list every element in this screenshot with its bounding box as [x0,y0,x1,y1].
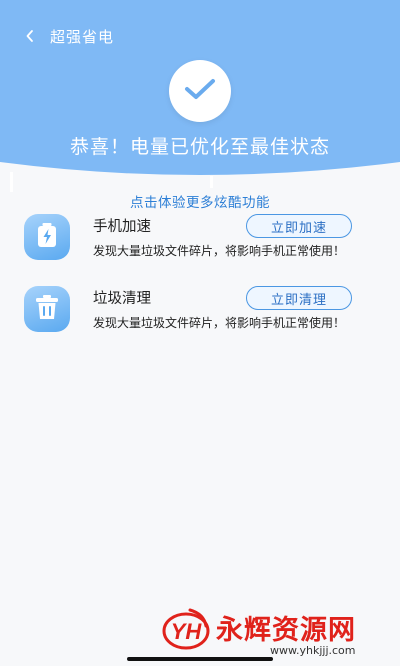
page-title: 超强省电 [50,28,115,46]
feature-description: 发现大量垃圾文件碎片，将影响手机正常使用！ [93,316,346,330]
header-edge-mark [10,172,13,192]
feature-phone-boost: 手机加速 发现大量垃圾文件碎片，将影响手机正常使用！ 立即加速 [0,214,400,274]
feature-description: 发现大量垃圾文件碎片，将影响手机正常使用！ [93,244,346,258]
boost-now-button[interactable]: 立即加速 [246,214,352,238]
watermark-url: www.yhkjjj.com [270,644,356,657]
trash-icon [35,294,59,324]
feature-icon-tile [24,214,70,260]
feature-icon-tile [24,286,70,332]
feature-title: 手机加速 [93,219,151,235]
clean-now-button[interactable]: 立即清理 [246,286,352,310]
chevron-left-icon [25,28,35,47]
home-indicator[interactable] [127,657,273,661]
battery-bolt-icon [36,222,58,252]
checkmark-icon [183,77,217,105]
svg-text:YH: YH [171,619,203,644]
back-button[interactable] [18,22,42,52]
feature-junk-clean: 垃圾清理 发现大量垃圾文件碎片，将影响手机正常使用！ 立即清理 [0,286,400,346]
success-status [169,60,231,122]
watermark-logo: YH [162,608,210,650]
watermark-name: 永辉资源网 [216,615,356,646]
top-bar: 超强省电 [0,22,400,52]
watermark: YH 永辉资源网 www.yhkjjj.com [160,606,396,658]
promo-text: 点击体验更多炫酷功能 [130,195,270,211]
header-edge-mark [210,176,213,188]
success-message: 恭喜！电量已优化至最佳状态 [69,136,330,158]
app-screen: 超强省电 恭喜！电量已优化至最佳状态 点击体验更多炫酷功能 手机加速 发现大量垃… [0,0,400,666]
feature-title: 垃圾清理 [93,291,151,307]
